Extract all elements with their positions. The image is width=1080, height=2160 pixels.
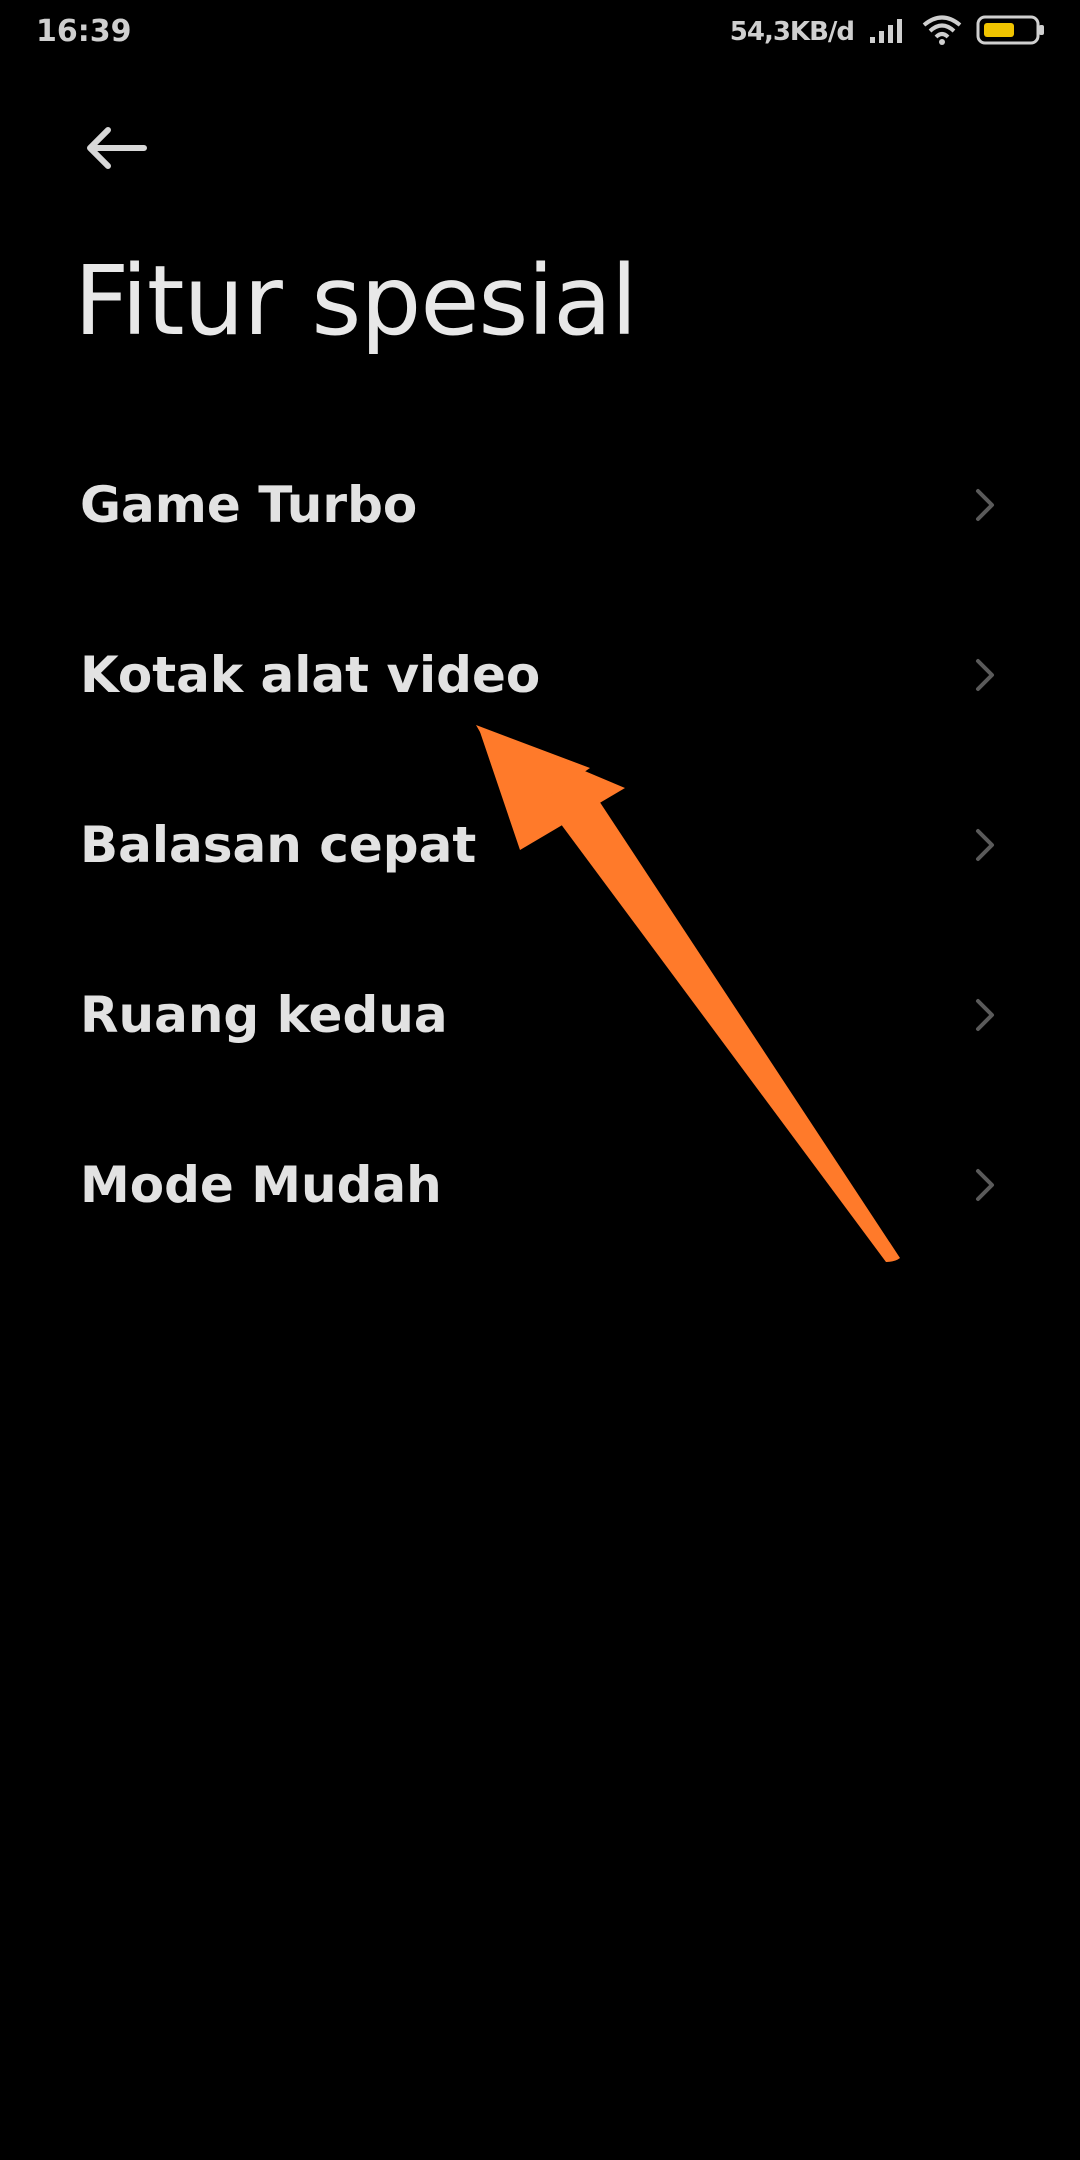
back-button[interactable] [80, 118, 152, 178]
status-bar: 16:39 54,3KB/d [0, 0, 1080, 70]
menu-item-easy-mode[interactable]: Mode Mudah [0, 1100, 1080, 1270]
wifi-icon [922, 14, 962, 50]
menu-item-label: Ruang kedua [80, 986, 448, 1044]
status-icons: 54,3KB/d [730, 12, 1046, 52]
status-time: 16:39 [36, 14, 132, 49]
chevron-right-icon [976, 489, 994, 521]
battery-icon [976, 14, 1046, 50]
menu-item-label: Kotak alat video [80, 646, 541, 704]
menu-item-label: Balasan cepat [80, 816, 477, 874]
menu-item-quick-replies[interactable]: Balasan cepat [0, 760, 1080, 930]
menu-item-label: Game Turbo [80, 476, 418, 534]
chevron-right-icon [976, 829, 994, 861]
menu-item-game-turbo[interactable]: Game Turbo [0, 420, 1080, 590]
chevron-right-icon [976, 1169, 994, 1201]
chevron-right-icon [976, 659, 994, 691]
chevron-right-icon [976, 999, 994, 1031]
page-title: Fitur spesial [74, 245, 638, 357]
signal-icon [868, 15, 908, 49]
network-speed: 54,3KB/d [729, 17, 855, 47]
menu-item-label: Mode Mudah [80, 1156, 442, 1214]
menu-item-video-toolbox[interactable]: Kotak alat video [0, 590, 1080, 760]
menu-item-second-space[interactable]: Ruang kedua [0, 930, 1080, 1100]
arrow-left-icon [87, 127, 147, 169]
settings-menu: Game Turbo Kotak alat video Balasan cepa… [0, 420, 1080, 1270]
